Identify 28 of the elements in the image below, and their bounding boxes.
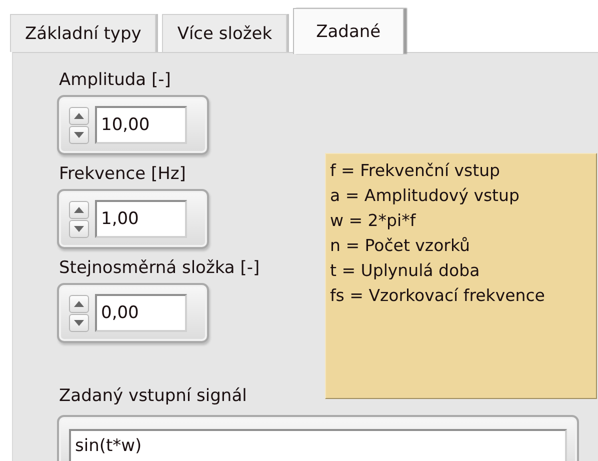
increment-button[interactable] [69,294,89,312]
number-field[interactable]: 1,00 [95,200,187,238]
up-arrow-icon [74,112,84,118]
field-label: Frekvence [Hz] [59,163,187,185]
decrement-button[interactable] [69,220,89,238]
decrement-button[interactable] [69,126,89,144]
text-field[interactable]: sin(t*w) [69,429,567,461]
string-control[interactable]: sin(t*w) [57,415,579,461]
legend-text: f = Frekvenční vstup a = Amplitudový vstup w = 2*pi*f n = Počet vzorků t = Uplynulá doba fs = Vzorkovací frekvence [330,160,546,307]
increment-button[interactable] [69,200,89,218]
up-arrow-icon [74,206,84,212]
up-arrow-icon [74,300,84,306]
field-label: Zadaný vstupní signál [59,385,248,407]
field-label: Amplituda [-] [59,69,172,91]
numeric-control[interactable]: 10,00 [57,95,209,155]
tab[interactable]: Více složek [162,14,288,52]
numeric-control[interactable]: 1,00 [57,189,209,249]
tab[interactable]: Zadané [293,8,404,54]
numeric-control[interactable]: 0,00 [57,283,209,343]
increment-button[interactable] [69,106,89,124]
decrement-button[interactable] [69,314,89,332]
tab[interactable]: Základní typy [10,14,156,52]
down-arrow-icon [74,132,84,138]
number-field[interactable]: 10,00 [95,106,187,144]
number-field[interactable]: 0,00 [95,294,187,332]
down-arrow-icon [74,320,84,326]
field-label: Stejnosměrná složka [-] [59,257,261,279]
down-arrow-icon [74,226,84,232]
